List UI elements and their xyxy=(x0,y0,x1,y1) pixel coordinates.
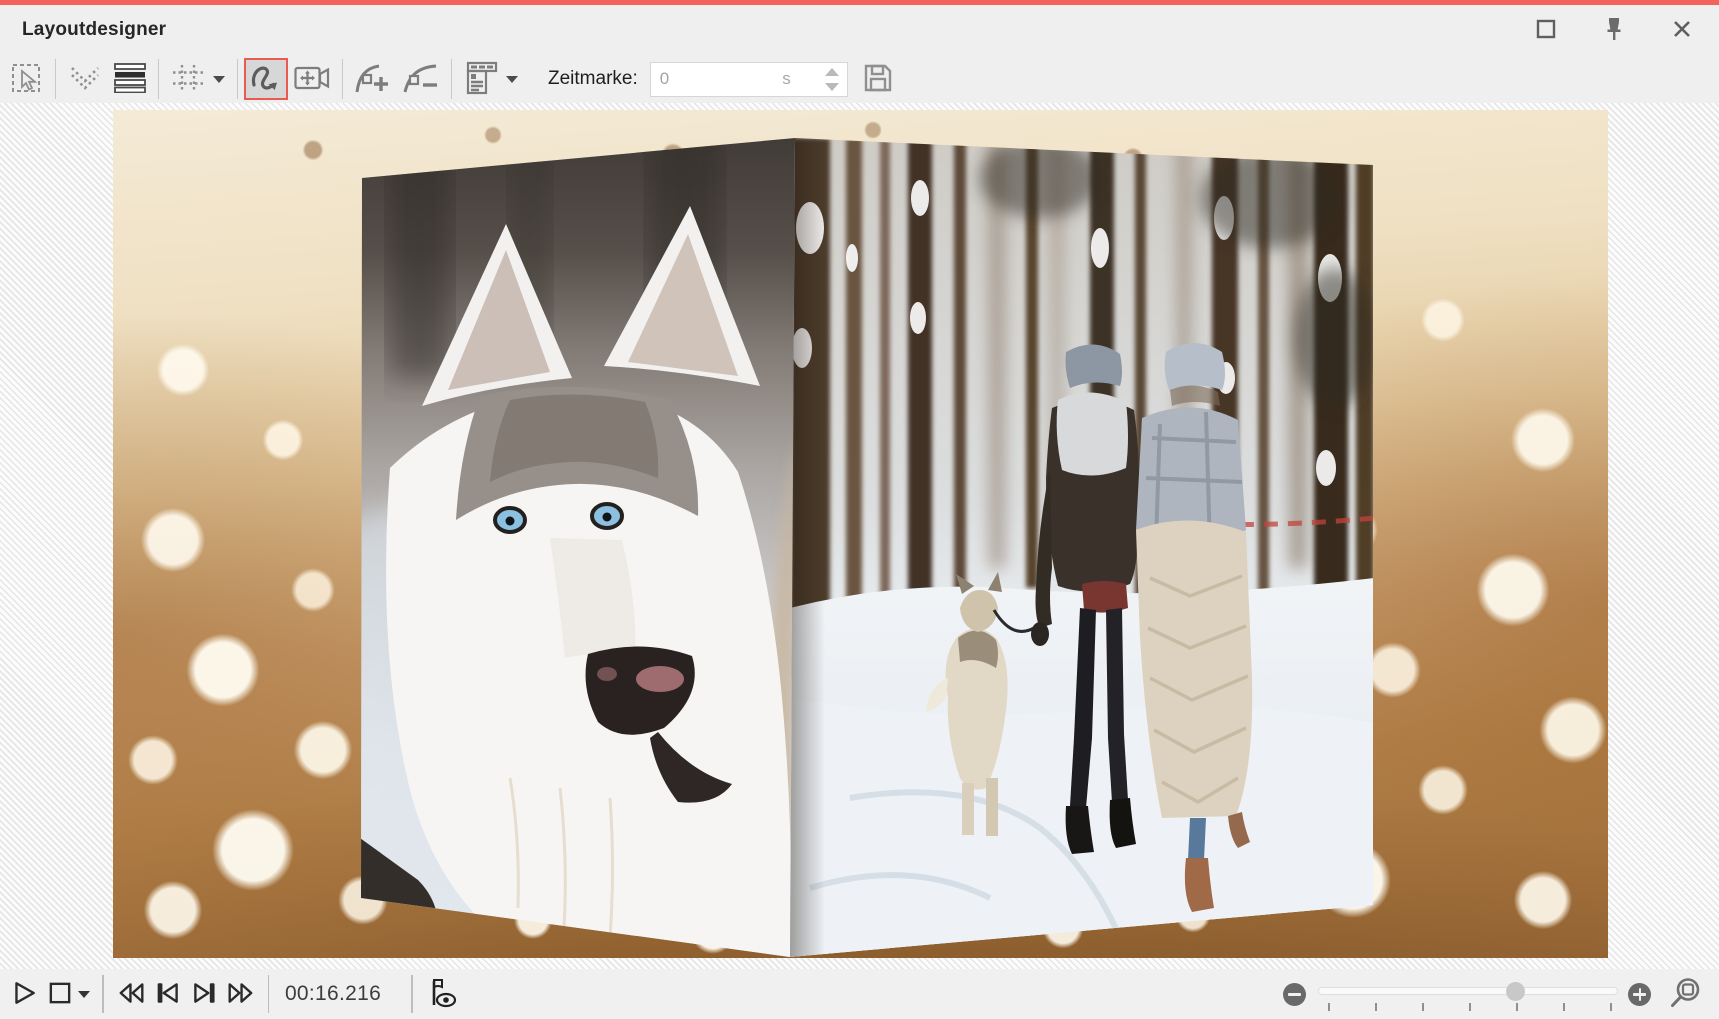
winter-forest-image xyxy=(790,138,1374,958)
separator xyxy=(158,59,159,99)
stop-options-chevron-icon[interactable] xyxy=(78,991,90,998)
layoutdesigner-window: Layoutdesigner xyxy=(0,0,1719,1019)
add-keyframe-button[interactable] xyxy=(349,58,397,100)
title-bar: Layoutdesigner xyxy=(0,5,1719,55)
time-display: 00:16.216 xyxy=(277,982,389,1006)
magnifier-fit-icon xyxy=(1669,976,1703,1013)
close-button[interactable] xyxy=(1663,11,1701,49)
pin-icon xyxy=(1605,17,1623,44)
dog-figure xyxy=(926,572,1008,836)
slider-tick xyxy=(1328,1003,1330,1011)
maximize-button[interactable] xyxy=(1527,11,1565,49)
separator xyxy=(451,59,452,99)
save-icon xyxy=(862,62,894,97)
zeitmarke-unit: s xyxy=(782,69,791,89)
slider-tick xyxy=(1469,1003,1471,1011)
save-button[interactable] xyxy=(862,62,894,97)
stop-button[interactable] xyxy=(42,973,94,1015)
storyboard-icon xyxy=(464,61,498,98)
chevron-down-icon[interactable] xyxy=(506,76,518,83)
motion-path-tool-button[interactable] xyxy=(244,58,288,100)
workspace xyxy=(0,103,1719,969)
husky-portrait-image xyxy=(360,138,796,958)
fast-forward-button[interactable] xyxy=(222,973,260,1015)
zoom-slider-thumb[interactable] xyxy=(1506,982,1525,1001)
zoom-controls xyxy=(1283,976,1703,1013)
toolbar: Zeitmarke: s xyxy=(0,55,1719,103)
camera-move-icon xyxy=(294,64,330,95)
motion-path-icon xyxy=(250,62,282,97)
spinner xyxy=(825,68,839,91)
text-layout-button[interactable] xyxy=(458,58,504,100)
skip-start-icon xyxy=(154,979,182,1010)
photo-couple[interactable] xyxy=(790,138,1374,958)
zoom-in-button[interactable] xyxy=(1628,983,1651,1006)
zeitmarke-label: Zeitmarke: xyxy=(548,68,638,90)
skip-end-icon xyxy=(190,979,218,1010)
rewind-button[interactable] xyxy=(112,973,150,1015)
curve-minus-icon xyxy=(403,62,439,97)
keyframe-visibility-toggle[interactable] xyxy=(421,973,463,1015)
skip-to-end-button[interactable] xyxy=(186,973,222,1015)
zeitmarke-spinbox: s xyxy=(650,62,848,97)
slide-canvas[interactable] xyxy=(113,110,1608,958)
play-button[interactable] xyxy=(6,973,42,1015)
zoom-fit-button[interactable] xyxy=(1669,976,1703,1013)
playback-bar: 00:16.216 xyxy=(0,969,1719,1019)
separator xyxy=(411,975,413,1013)
select-tool-icon xyxy=(11,61,43,98)
photo-husky[interactable] xyxy=(360,138,796,958)
object-list-button[interactable] xyxy=(108,58,152,100)
separator xyxy=(102,975,104,1013)
smooth-selection-tool-button[interactable] xyxy=(62,58,108,100)
spinner-up-button[interactable] xyxy=(825,68,839,76)
separator xyxy=(342,59,343,99)
close-icon xyxy=(1672,19,1692,42)
zoom-slider[interactable] xyxy=(1318,979,1618,1009)
pin-button[interactable] xyxy=(1595,11,1633,49)
spinner-down-button[interactable] xyxy=(825,83,839,91)
skip-to-start-button[interactable] xyxy=(150,973,186,1015)
zoom-out-button[interactable] xyxy=(1283,983,1306,1006)
separator xyxy=(55,59,56,99)
dotted-chevron-icon xyxy=(68,64,102,95)
zoom-slider-track[interactable] xyxy=(1318,987,1618,995)
remove-keyframe-button[interactable] xyxy=(397,58,445,100)
slider-tick xyxy=(1563,1003,1565,1011)
zeitmarke-input[interactable] xyxy=(651,69,771,89)
play-icon xyxy=(10,979,38,1010)
fast-forward-icon xyxy=(226,979,256,1010)
slider-tick xyxy=(1610,1003,1612,1011)
slider-tick xyxy=(1516,1003,1518,1011)
chevron-down-icon[interactable] xyxy=(213,76,225,83)
camera-pan-tool-button[interactable] xyxy=(288,58,336,100)
woman-figure xyxy=(1136,343,1252,912)
slider-tick xyxy=(1422,1003,1424,1011)
grid-snap-icon xyxy=(171,63,205,96)
slider-tick xyxy=(1375,1003,1377,1011)
window-controls xyxy=(1527,5,1701,55)
separator xyxy=(237,59,238,99)
curve-plus-icon xyxy=(355,62,391,97)
alignment-grid-button[interactable] xyxy=(165,58,211,100)
flag-eye-icon xyxy=(425,977,459,1012)
stacked-bars-icon xyxy=(114,63,146,96)
separator xyxy=(268,975,270,1013)
select-tool-button[interactable] xyxy=(5,58,49,100)
rewind-icon xyxy=(116,979,146,1010)
man-figure xyxy=(1031,344,1139,854)
maximize-icon xyxy=(1536,19,1556,42)
page-title: Layoutdesigner xyxy=(22,19,166,41)
stop-icon xyxy=(46,979,74,1010)
